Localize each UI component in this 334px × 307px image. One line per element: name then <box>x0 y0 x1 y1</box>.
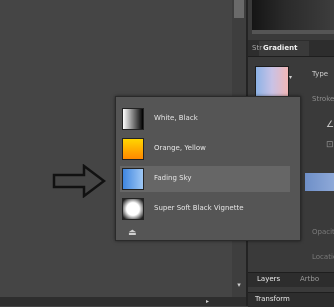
tab-transform[interactable]: Transform <box>255 295 290 303</box>
preset-item-white-black[interactable] <box>120 106 290 132</box>
preset-item-fading-sky[interactable] <box>120 166 290 192</box>
preset-label[interactable]: Super Soft Black Vignette <box>154 204 244 212</box>
orange-yellow-swatch-icon[interactable] <box>122 138 144 160</box>
location-label: Location <box>312 253 334 261</box>
preset-label[interactable]: Fading Sky <box>154 174 192 182</box>
gradient-slider[interactable] <box>305 173 334 191</box>
horizontal-scrollbar[interactable] <box>0 297 246 306</box>
aspect-ratio-icon: ⊡ <box>326 140 334 150</box>
gradient-swatch[interactable] <box>255 66 289 98</box>
angle-icon: ∠ <box>326 120 334 130</box>
chevron-down-icon[interactable]: ▾ <box>289 74 292 81</box>
color-preview-strip <box>252 30 334 34</box>
scrollbar-thumb[interactable] <box>234 0 244 18</box>
arrow-outline-icon <box>52 164 106 198</box>
color-preview <box>252 0 334 34</box>
fading-sky-swatch-icon[interactable] <box>122 168 144 190</box>
tab-layers[interactable]: Layers <box>257 275 280 283</box>
scroll-down-arrow-icon[interactable]: ▾ <box>234 281 244 289</box>
white-black-swatch-icon[interactable] <box>122 108 144 130</box>
stroke-label: Stroke <box>312 95 334 103</box>
type-label: Type <box>312 70 329 78</box>
tab-artboards[interactable]: Artbo <box>300 275 319 283</box>
tab-gradient[interactable]: Gradient <box>263 44 297 52</box>
vignette-swatch-icon[interactable] <box>122 198 144 220</box>
preset-label[interactable]: White, Black <box>154 114 198 122</box>
scroll-right-arrow-icon[interactable]: ▸ <box>206 298 209 305</box>
tab-stroke[interactable]: Str <box>252 44 262 52</box>
opacity-label: Opacity <box>312 228 334 236</box>
save-preset-icon[interactable]: ⏏ <box>128 228 137 238</box>
preset-label[interactable]: Orange, Yellow <box>154 144 206 152</box>
